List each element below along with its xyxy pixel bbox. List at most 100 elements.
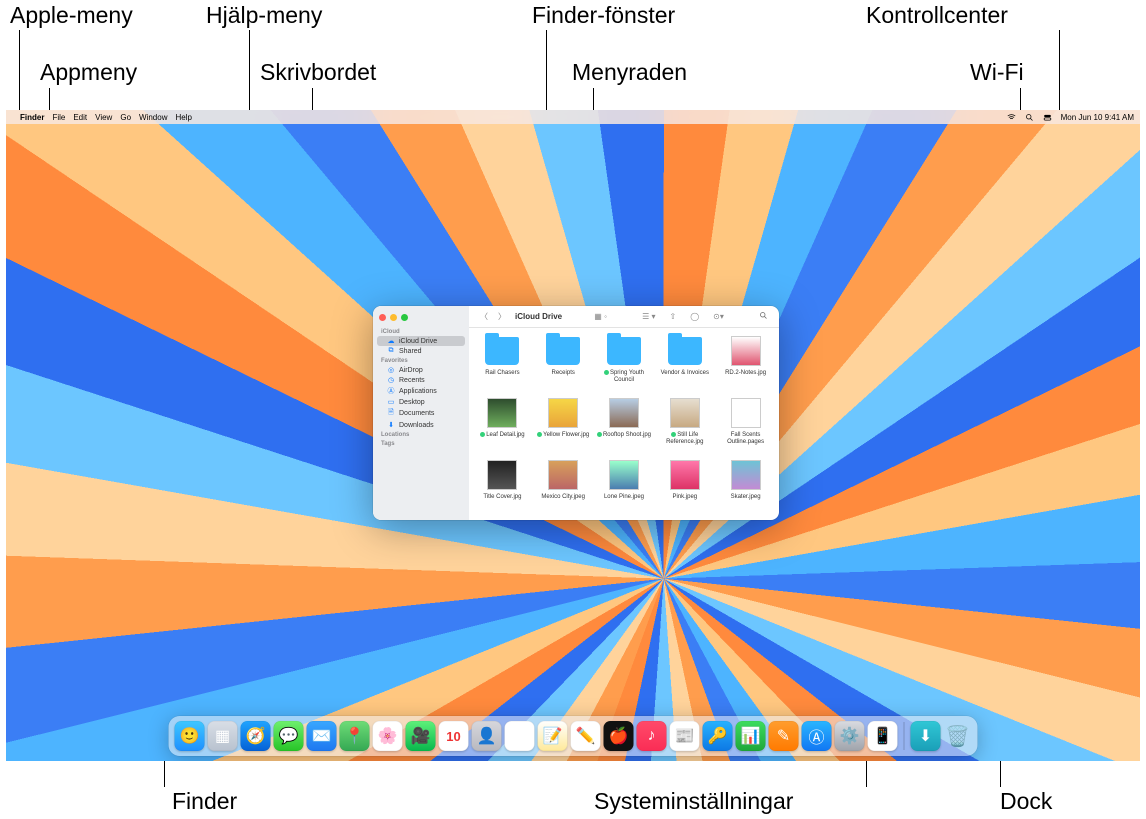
dock-item-messages[interactable]: 💬	[274, 721, 304, 751]
menu-file[interactable]: File	[52, 113, 65, 122]
finder-toolbar: 〈 〉 iCloud Drive ▦ ◦ ☰ ▾ ⇧ ◯ ⊙▾	[469, 306, 779, 328]
finder-title: iCloud Drive	[515, 312, 562, 321]
finder-sidebar: iCloud ☁︎ iCloud Drive ⧉ Shared Favorite…	[373, 306, 469, 520]
file-item[interactable]: Leaf Detail.jpg	[473, 396, 532, 456]
sidebar-section-icloud: iCloud	[373, 327, 469, 336]
dock-item-passwords[interactable]: 🔑	[703, 721, 733, 751]
menu-go[interactable]: Go	[120, 113, 131, 122]
file-label: RD.2-Notes.jpg	[725, 370, 766, 377]
dock-item-trash[interactable]: 🗑️	[944, 721, 972, 751]
dock-item-facetime[interactable]: 🎥	[406, 721, 436, 751]
share-button[interactable]: ⇧	[666, 312, 679, 321]
forward-button[interactable]: 〉	[495, 311, 509, 322]
dock-item-iphone-mirroring[interactable]: 📱	[868, 721, 898, 751]
menu-help[interactable]: Help	[175, 113, 191, 122]
folder-icon	[668, 334, 702, 368]
app-menu[interactable]: Finder	[20, 113, 44, 122]
dock-item-contacts[interactable]: 👤	[472, 721, 502, 751]
sidebar-item-applications[interactable]: Ⓐ Applications	[377, 385, 465, 397]
file-item[interactable]: Spring Youth Council	[595, 334, 654, 394]
wifi-icon[interactable]	[1007, 113, 1017, 122]
finder-window[interactable]: iCloud ☁︎ iCloud Drive ⧉ Shared Favorite…	[373, 306, 779, 520]
tag-green-icon	[604, 370, 609, 375]
dock-item-safari[interactable]: 🧭	[241, 721, 271, 751]
sidebar-item-icloud-drive[interactable]: ☁︎ iCloud Drive	[377, 336, 465, 346]
sidebar-item-shared[interactable]: ⧉ Shared	[377, 346, 465, 356]
file-label: Lone Pine.jpeg	[604, 494, 644, 501]
callout-menubar: Menyraden	[572, 59, 687, 86]
dock-item-launchpad[interactable]: ▦	[208, 721, 238, 751]
menubar-clock[interactable]: Mon Jun 10 9:41 AM	[1061, 113, 1134, 122]
finder-main: 〈 〉 iCloud Drive ▦ ◦ ☰ ▾ ⇧ ◯ ⊙▾	[469, 306, 779, 520]
sidebar-item-label: Downloads	[399, 422, 434, 429]
file-item[interactable]: Fall Scents Outline.pages	[716, 396, 775, 456]
sidebar-item-airdrop[interactable]: ◎ AirDrop	[377, 365, 465, 375]
dock-item-news[interactable]: 📰	[670, 721, 700, 751]
file-item[interactable]: Skater.jpeg	[716, 458, 775, 518]
sidebar-item-downloads[interactable]: ⬇ Downloads	[377, 420, 465, 430]
file-item[interactable]: Rooftop Shoot.jpg	[595, 396, 654, 456]
callout-help-menu: Hjälp-meny	[206, 2, 322, 29]
callout-app-menu: Appmeny	[40, 59, 137, 86]
cloud-icon: ☁︎	[387, 337, 395, 345]
downloads-icon: ⬇	[387, 421, 395, 429]
action-button[interactable]: ⊙▾	[710, 312, 727, 321]
file-item[interactable]: Lone Pine.jpeg	[595, 458, 654, 518]
view-icons-button[interactable]: ▦ ◦	[591, 312, 610, 321]
dock-item-appstore[interactable]: Ⓐ	[802, 721, 832, 751]
callout-wifi: Wi-Fi	[970, 59, 1024, 86]
dock-item-system-settings[interactable]: ⚙️	[835, 721, 865, 751]
image-thumbnail	[668, 396, 702, 430]
dock-item-mail[interactable]: ✉️	[307, 721, 337, 751]
image-thumbnail	[485, 396, 519, 430]
dock-item-reminders[interactable]: ☰	[505, 721, 535, 751]
file-label: Mexico City.jpeg	[541, 494, 585, 501]
file-item[interactable]: Yellow Flower.jpg	[534, 396, 593, 456]
file-item[interactable]: Still Life Reference.jpg	[655, 396, 714, 456]
file-item[interactable]: RD.2-Notes.jpg	[716, 334, 775, 394]
dock-item-freeform[interactable]: ✏️	[571, 721, 601, 751]
zoom-button[interactable]	[401, 314, 408, 321]
callout-apple-menu: Apple-meny	[10, 2, 133, 29]
minimize-button[interactable]	[390, 314, 397, 321]
file-item[interactable]: Receipts	[534, 334, 593, 394]
menu-view[interactable]: View	[95, 113, 112, 122]
close-button[interactable]	[379, 314, 386, 321]
file-item[interactable]: Pink.jpeg	[655, 458, 714, 518]
menu-edit[interactable]: Edit	[73, 113, 87, 122]
desktop[interactable]: Finder File Edit View Go Window Help Mon…	[6, 110, 1140, 761]
dock-item-numbers[interactable]: 📊	[736, 721, 766, 751]
spotlight-icon[interactable]	[1025, 113, 1035, 122]
file-item[interactable]: Rail Chasers	[473, 334, 532, 394]
dock-item-calendar[interactable]: 10	[439, 721, 469, 751]
dock-item-notes[interactable]: 📝	[538, 721, 568, 751]
sidebar-item-recents[interactable]: ◷ Recents	[377, 375, 465, 385]
file-item[interactable]: Mexico City.jpeg	[534, 458, 593, 518]
dock-item-tv[interactable]: 🍎	[604, 721, 634, 751]
dock-item-music[interactable]: ♪	[637, 721, 667, 751]
dock-item-photos[interactable]: 🌸	[373, 721, 403, 751]
file-item[interactable]: Title Cover.jpg	[473, 458, 532, 518]
dock-item-finder[interactable]: 🙂	[175, 721, 205, 751]
file-label: Spring Youth Council	[596, 370, 652, 383]
sidebar-item-desktop[interactable]: ▭ Desktop	[377, 397, 465, 407]
dock-item-downloads[interactable]: ⬇	[911, 721, 941, 751]
dock-separator	[904, 722, 905, 750]
search-button[interactable]	[756, 311, 771, 322]
control-center-icon[interactable]	[1043, 113, 1053, 122]
image-thumbnail	[546, 458, 580, 492]
file-label: Leaf Detail.jpg	[480, 432, 524, 439]
airdrop-icon: ◎	[387, 366, 395, 374]
back-button[interactable]: 〈	[477, 311, 491, 322]
tags-button[interactable]: ◯	[687, 312, 702, 321]
dock-item-maps[interactable]: 📍	[340, 721, 370, 751]
dock-item-pages[interactable]: ✎	[769, 721, 799, 751]
sidebar-item-documents[interactable]: 🗎 Documents	[377, 407, 465, 420]
file-label: Still Life Reference.jpg	[657, 432, 713, 445]
sidebar-item-label: iCloud Drive	[399, 338, 437, 345]
file-item[interactable]: Vendor & Invoices	[655, 334, 714, 394]
finder-content[interactable]: Rail ChasersReceiptsSpring Youth Council…	[469, 328, 779, 520]
group-button[interactable]: ☰ ▾	[639, 312, 658, 321]
menu-window[interactable]: Window	[139, 113, 167, 122]
image-thumbnail	[485, 458, 519, 492]
